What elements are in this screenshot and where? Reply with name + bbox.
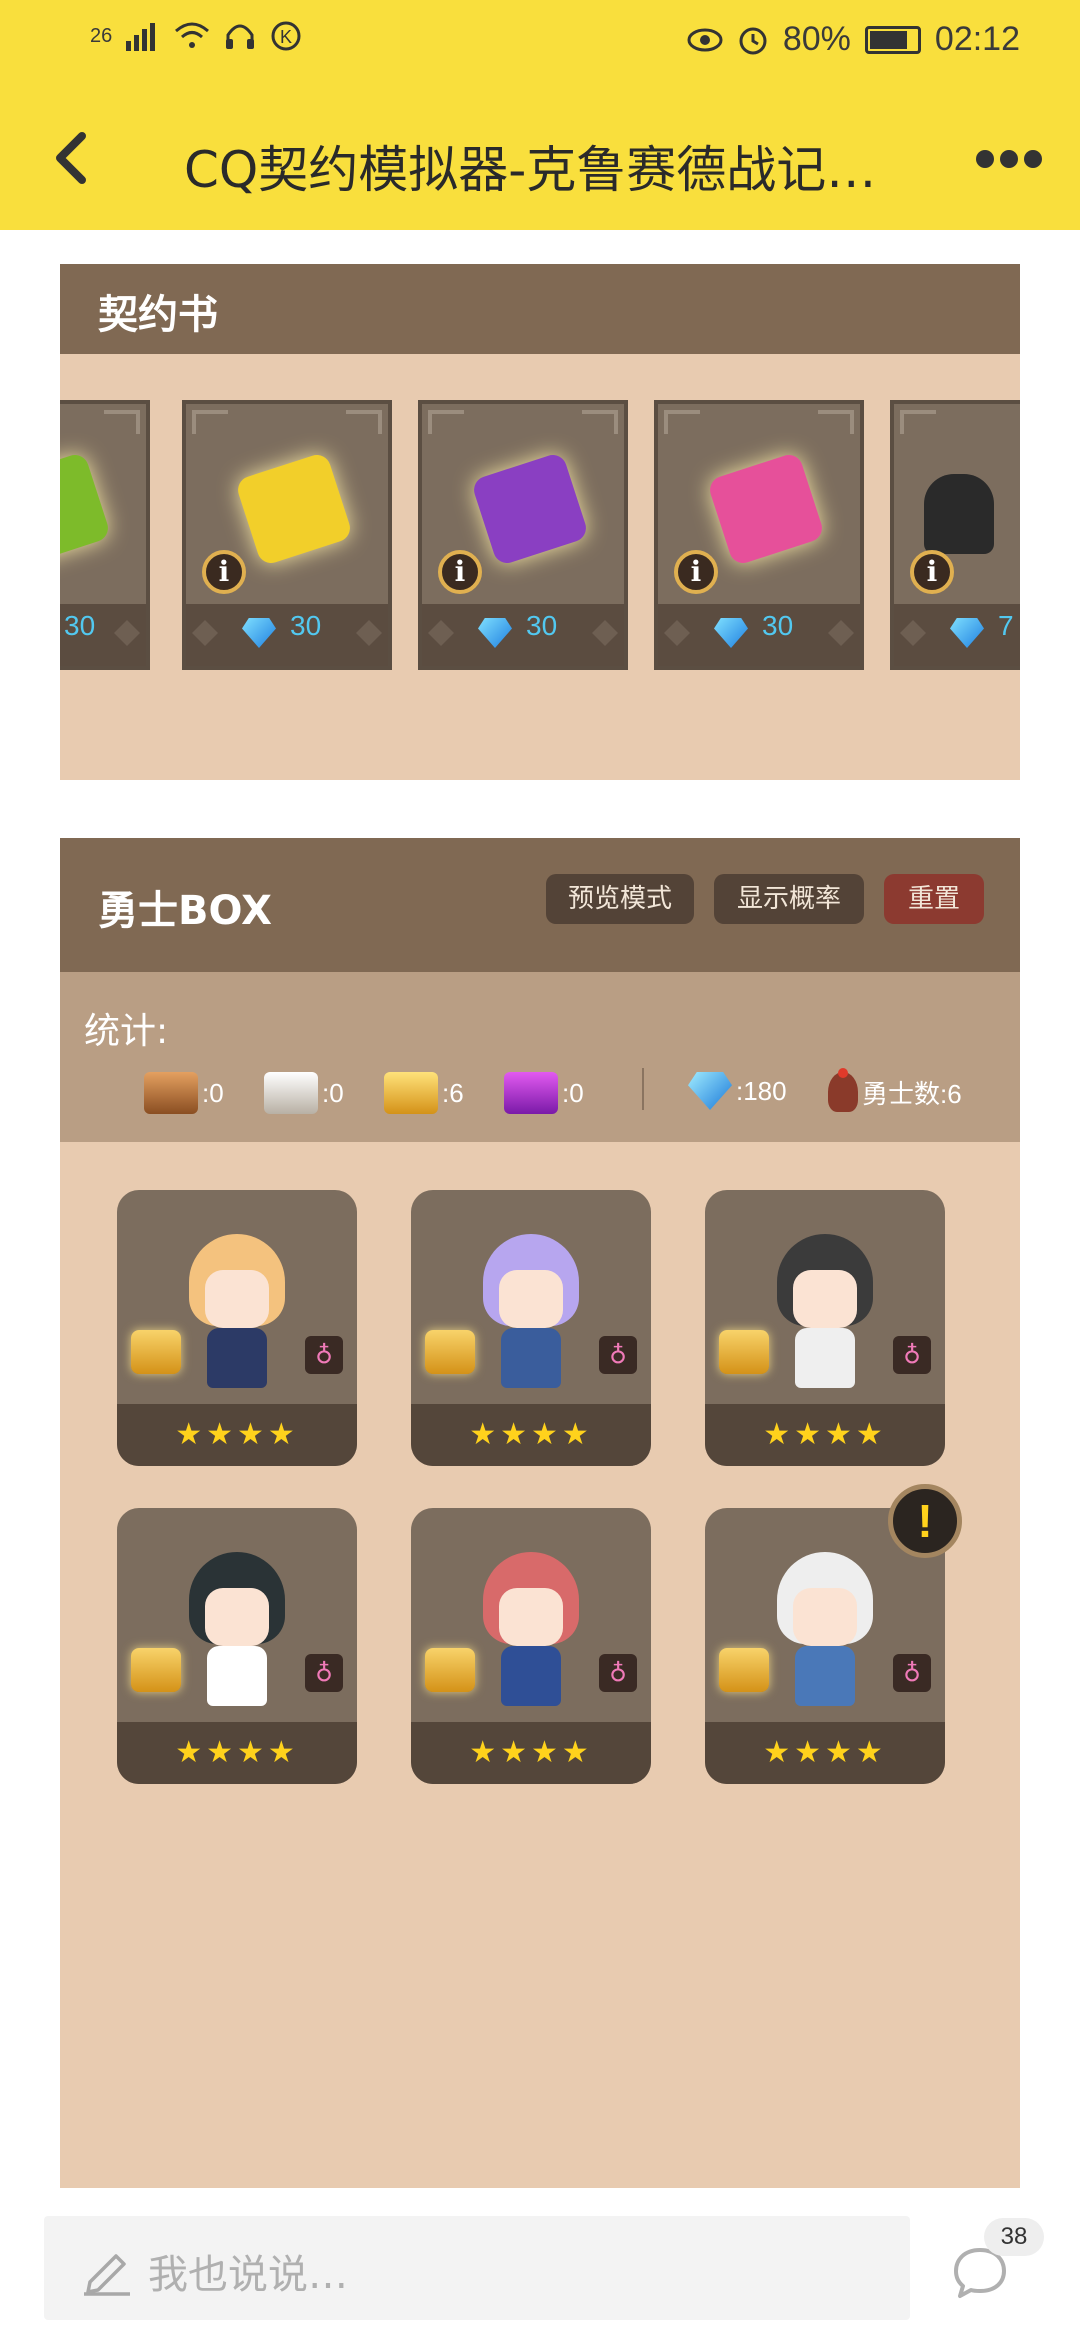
silver-scroll-icon xyxy=(264,1072,318,1114)
hero-count: 勇士数:6 xyxy=(862,1078,962,1109)
comment-placeholder: 我也说说… xyxy=(148,2252,348,2298)
hero-sprite xyxy=(177,1548,297,1708)
gold-scroll-icon xyxy=(425,1648,475,1692)
key-icon: ♁ xyxy=(893,1654,931,1692)
contract-card-hero[interactable]: i 7 xyxy=(890,400,1020,670)
wifi-icon xyxy=(175,22,210,48)
eye-icon xyxy=(687,28,723,51)
gem-count: :180 xyxy=(736,1075,787,1106)
card-price: 30 xyxy=(762,610,794,641)
gold-scroll-icon xyxy=(384,1072,438,1114)
contract-card-carousel[interactable]: 30 i 30 i 30 i 30 i 7 xyxy=(60,400,1020,670)
preview-mode-button[interactable]: 预览模式 xyxy=(546,874,694,924)
back-arrow-icon[interactable] xyxy=(44,128,104,188)
star-rating: ★★★★ xyxy=(117,1404,357,1466)
purple-count: :0 xyxy=(562,1077,584,1108)
clock: 02:12 xyxy=(934,20,1020,58)
alert-icon[interactable]: ! xyxy=(888,1484,962,1558)
star-rating: ★★★★ xyxy=(411,1722,651,1784)
statistics-label: 统计: xyxy=(84,1011,169,1052)
hero-sprite xyxy=(471,1230,591,1390)
battery-icon xyxy=(864,25,921,54)
hero-sprite xyxy=(765,1230,885,1390)
hero-card[interactable]: ♁ ★★★★ xyxy=(705,1190,945,1466)
headphones-icon xyxy=(226,24,255,49)
hero-portrait-icon xyxy=(924,474,994,554)
hero-card[interactable]: ♁ ★★★★ xyxy=(117,1508,357,1784)
star-rating: ★★★★ xyxy=(705,1404,945,1466)
contract-card-pink[interactable]: i 30 xyxy=(654,400,864,670)
diamond-icon xyxy=(688,1072,732,1110)
key-icon: ♁ xyxy=(893,1336,931,1374)
card-price: 7 xyxy=(998,610,1014,641)
star-rating: ★★★★ xyxy=(117,1722,357,1784)
signal-bars-icon xyxy=(126,23,156,51)
card-price: 30 xyxy=(290,610,322,641)
hero-card[interactable]: ♁ ★★★★ xyxy=(411,1508,651,1784)
contract-card-purple[interactable]: i 30 xyxy=(418,400,628,670)
gold-scroll-icon xyxy=(425,1330,475,1374)
gold-scroll-icon xyxy=(131,1330,181,1374)
key-icon: ♁ xyxy=(599,1336,637,1374)
diamond-icon xyxy=(478,618,512,648)
rooster-icon xyxy=(828,1068,858,1112)
contract-book-panel: 契约书 30 i 30 i 30 i 30 i 7 xyxy=(60,264,1020,780)
hero-box-header: 勇士BOX 预览模式 显示概率 重置 xyxy=(60,838,1020,972)
hero-sprite xyxy=(765,1548,885,1708)
bronze-scroll-icon xyxy=(144,1072,198,1114)
alarm-icon xyxy=(739,27,767,54)
comment-input[interactable]: 我也说说… xyxy=(44,2216,910,2320)
card-price: 30 xyxy=(526,610,558,641)
bronze-count: :0 xyxy=(202,1077,224,1108)
show-probability-button[interactable]: 显示概率 xyxy=(714,874,864,924)
reset-button[interactable]: 重置 xyxy=(884,874,984,924)
diamond-icon xyxy=(950,618,984,648)
key-icon: ♁ xyxy=(599,1654,637,1692)
contract-book-title: 契约书 xyxy=(98,292,218,338)
pink-scroll-icon xyxy=(706,451,826,567)
gold-scroll-icon xyxy=(234,451,354,567)
svg-text:K: K xyxy=(280,27,292,47)
stats-divider xyxy=(642,1068,644,1110)
info-icon[interactable]: i xyxy=(202,550,246,594)
status-bar: 26 K 80% 02:12 xyxy=(0,12,1080,72)
contract-card-green[interactable]: 30 xyxy=(60,400,150,670)
gold-scroll-icon xyxy=(131,1648,181,1692)
contract-card-gold[interactable]: i 30 xyxy=(182,400,392,670)
green-scroll-icon xyxy=(60,451,112,567)
star-rating: ★★★★ xyxy=(411,1404,651,1466)
gold-scroll-icon xyxy=(719,1330,769,1374)
key-icon: ♁ xyxy=(305,1336,343,1374)
statistics-bar: 统计: :0 :0 :6 :0 :180 勇士数:6 xyxy=(60,972,1020,1142)
card-price: 30 xyxy=(64,610,96,641)
hero-box-panel: 勇士BOX 预览模式 显示概率 重置 统计: :0 :0 :6 :0:180 … xyxy=(60,838,1020,2188)
diamond-icon xyxy=(714,618,748,648)
bottom-comment-bar: 我也说说… 38 xyxy=(0,2196,1080,2340)
hero-sprite xyxy=(471,1548,591,1708)
contract-book-header: 契约书 xyxy=(60,264,1020,354)
silver-count: :0 xyxy=(322,1077,344,1108)
page-title: CQ契约模拟器-克鲁赛德战记… xyxy=(184,141,877,199)
info-icon[interactable]: i xyxy=(674,550,718,594)
battery-percent: 80% xyxy=(782,20,851,58)
header-bar: 26 K 80% 02:12 CQ契约模拟器-克鲁赛德战记… xyxy=(0,0,1080,230)
pencil-icon xyxy=(84,2254,130,2296)
hero-sprite xyxy=(177,1230,297,1390)
key-icon: ♁ xyxy=(305,1654,343,1692)
diamond-icon xyxy=(242,618,276,648)
info-icon[interactable]: i xyxy=(438,550,482,594)
purple-scroll-icon xyxy=(504,1072,558,1114)
signal-icon: 26 xyxy=(90,24,113,47)
info-icon[interactable]: i xyxy=(910,550,954,594)
gold-count: :6 xyxy=(442,1077,464,1108)
more-options-icon[interactable] xyxy=(976,150,1042,168)
hero-card[interactable]: ♁ ★★★★ xyxy=(411,1190,651,1466)
k-circle-icon: K xyxy=(271,21,301,51)
star-rating: ★★★★ xyxy=(705,1722,945,1784)
hero-box-title: 勇士BOX xyxy=(98,888,272,934)
gold-scroll-icon xyxy=(719,1648,769,1692)
purple-scroll-icon xyxy=(470,451,590,567)
hero-card[interactable]: ♁ ★★★★ xyxy=(117,1190,357,1466)
comment-count-badge: 38 xyxy=(984,2218,1044,2256)
